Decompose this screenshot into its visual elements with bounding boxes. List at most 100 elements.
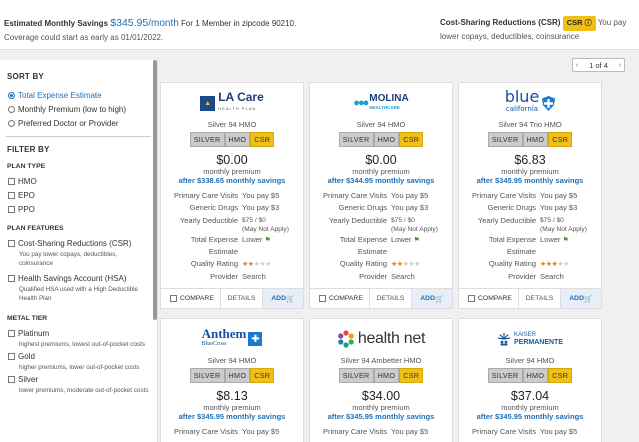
premium-price: $0.00 xyxy=(365,153,397,167)
savings-banner: Estimated Monthly Savings $345.95/month … xyxy=(0,0,639,50)
filter-epo[interactable]: EPO xyxy=(0,188,157,202)
premium-label: monthly premium xyxy=(203,403,261,412)
plan-tags: SILVER HMO CSR xyxy=(310,132,452,147)
csr-badge: CSR ⓘ xyxy=(562,16,596,31)
checkbox-icon xyxy=(8,274,15,282)
checkbox-icon xyxy=(8,352,15,360)
filter-silver[interactable]: Silver xyxy=(0,372,157,386)
details-button[interactable]: DETAILS xyxy=(221,289,263,308)
filter-gold[interactable]: Gold xyxy=(0,349,157,363)
savings-text: after $345.95 monthly savings xyxy=(476,176,584,185)
premium-label: monthly premium xyxy=(203,167,261,176)
plan-name: Silver 94 Trio HMO xyxy=(498,120,562,129)
blue-shield-icon xyxy=(542,95,556,111)
premium-label: monthly premium xyxy=(352,167,410,176)
rating-stars: ★★★★★ xyxy=(242,261,271,268)
premium-price: $0.00 xyxy=(216,153,248,167)
filter-csr-desc: You pay lower copays, deductibles, coins… xyxy=(19,251,118,267)
rating-stars: ★★★★★ xyxy=(540,261,569,268)
filter-hsa-desc: Qualified HSA used with a High Deductibl… xyxy=(19,286,139,302)
carrier-logo: blue california xyxy=(459,88,601,118)
plan-card: ▲ LA Care HEALTH PLAN Silver 94 HMO SILVER… xyxy=(160,82,304,309)
carrier-logo: health net xyxy=(310,324,452,354)
plan-card: Anthem BlueCross ✚ Silver 94 HMO SILVER HMO… xyxy=(160,318,304,442)
details-button[interactable]: DETAILS xyxy=(370,289,412,308)
carrier-logo: ●●● MOLINA HEALTHCARE xyxy=(353,93,409,111)
radio-icon xyxy=(8,91,15,99)
csr-info: Cost-Sharing Reductions (CSR) CSR ⓘ You … xyxy=(440,16,636,43)
molina-people-icon: ●●● xyxy=(353,97,369,109)
savings-text: after $345.95 monthly savings xyxy=(178,412,286,421)
plan-card: health net Silver 94 Ambetter HMO SILVER… xyxy=(309,318,453,442)
filter-hsa[interactable]: Health Savings Account (HSA) xyxy=(0,271,157,285)
add-to-cart-button[interactable]: ADD 🛒 xyxy=(262,289,304,308)
add-to-cart-button[interactable]: ADD 🛒 xyxy=(560,289,602,308)
plan-tags: SILVER HMO CSR xyxy=(459,368,601,383)
rating-stars: ★★★★★ xyxy=(391,261,420,268)
sort-total-expense[interactable]: Total Expense Estimate xyxy=(0,88,157,102)
prev-page-icon[interactable]: ‹ xyxy=(576,62,578,69)
provider-search-link[interactable]: Search xyxy=(242,271,303,283)
savings-for: For 1 Member in zipcode 90210. xyxy=(181,19,297,28)
info-icon: ⓘ xyxy=(584,20,592,27)
savings-amount: $345.95 xyxy=(110,17,149,29)
cart-icon: 🛒 xyxy=(583,295,593,303)
carrier-logo: ▲ LA Care HEALTH PLAN xyxy=(161,88,303,118)
plan-tags: SILVER HMO CSR xyxy=(161,368,303,383)
plan-name: Silver 94 HMO xyxy=(207,356,257,365)
sort-premium[interactable]: Monthly Premium (low to high) xyxy=(0,102,157,116)
sort-title: SORT BY xyxy=(7,72,44,81)
csr-title: Cost-Sharing Reductions (CSR) xyxy=(440,18,561,27)
plan-card: blue california Silver 94 Trio HMO SILVER… xyxy=(458,82,602,309)
filter-ppo[interactable]: PPO xyxy=(0,202,157,216)
savings-summary: Estimated Monthly Savings $345.95/month … xyxy=(4,16,296,45)
filter-platinum-desc: highest premiums, lowest out-of-pocket c… xyxy=(19,341,145,348)
savings-text: after $345.95 monthly savings xyxy=(327,412,435,421)
savings-label: Estimated Monthly Savings xyxy=(4,19,109,28)
carrier-logo: KAISER PERMANENTE xyxy=(459,324,601,354)
premium-price: $6.83 xyxy=(514,153,546,167)
filter-title: FILTER BY xyxy=(7,145,50,154)
cart-icon: 🛒 xyxy=(285,295,295,303)
premium-price: $8.13 xyxy=(216,389,248,403)
compare-checkbox[interactable]: COMPARE xyxy=(310,289,371,308)
checkbox-icon xyxy=(8,205,15,213)
savings-unit: /month xyxy=(148,18,179,29)
filter-silver-desc: lower premiums, moderate out-of-pocket c… xyxy=(19,387,149,394)
provider-search-link[interactable]: Search xyxy=(540,271,601,283)
pagination: ‹ 1 of 4 › xyxy=(572,58,625,72)
sidebar-scrollbar[interactable] xyxy=(153,60,157,320)
healthnet-flower-icon xyxy=(338,330,354,348)
lacare-mark-icon: ▲ xyxy=(200,95,216,111)
checkbox-icon xyxy=(8,329,15,337)
premium-label: monthly premium xyxy=(501,403,559,412)
sort-provider[interactable]: Preferred Doctor or Provider xyxy=(0,116,157,130)
flag-icon: ⚑ xyxy=(413,237,420,244)
premium-price: $37.04 xyxy=(510,389,550,403)
plan-name: Silver 94 Ambetter HMO xyxy=(340,356,422,365)
csr-desc: lower copays, deductibles, coinsurance xyxy=(440,32,580,41)
savings-text: after $344.95 monthly savings xyxy=(327,176,435,185)
plan-name: Silver 94 HMO xyxy=(356,120,406,129)
premium-price: $34.00 xyxy=(361,389,401,403)
filter-csr[interactable]: Cost-Sharing Reductions (CSR) xyxy=(0,236,157,250)
checkbox-icon xyxy=(8,191,15,199)
carrier-logo: Anthem BlueCross ✚ xyxy=(161,324,303,354)
plan-features-title: PLAN FEATURES xyxy=(7,225,64,232)
details-button[interactable]: DETAILS xyxy=(519,289,561,308)
coverage-start: Coverage could start as early as 01/01/2… xyxy=(4,33,164,42)
plan-tags: SILVER HMO CSR xyxy=(161,132,303,147)
compare-checkbox[interactable]: COMPARE xyxy=(161,289,222,308)
filter-platinum[interactable]: Platinum xyxy=(0,326,157,340)
cart-icon: 🛒 xyxy=(434,295,444,303)
provider-search-link[interactable]: Search xyxy=(391,271,452,283)
plan-type-title: PLAN TYPE xyxy=(7,163,46,170)
compare-checkbox[interactable]: COMPARE xyxy=(459,289,520,308)
checkbox-icon xyxy=(8,239,15,247)
flag-icon: ⚑ xyxy=(264,237,271,244)
next-page-icon[interactable]: › xyxy=(619,62,621,69)
filter-hmo[interactable]: HMO xyxy=(0,174,157,188)
checkbox-icon xyxy=(319,295,326,302)
add-to-cart-button[interactable]: ADD 🛒 xyxy=(411,289,453,308)
filter-sidebar: SORT BY Total Expense Estimate Monthly P… xyxy=(0,60,158,442)
